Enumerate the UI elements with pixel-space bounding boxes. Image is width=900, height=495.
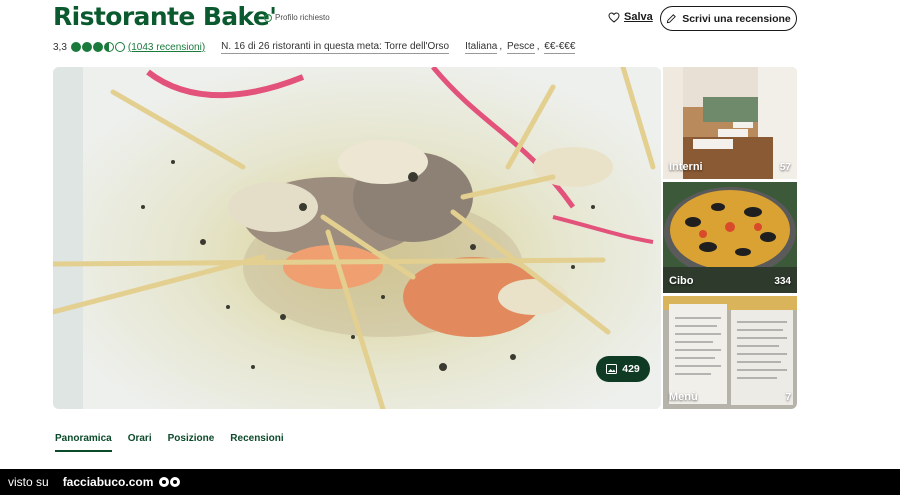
thumbnail-count: 57: [779, 162, 791, 173]
ranking-link[interactable]: N. 16 di 26 ristoranti in questa meta: T…: [221, 41, 450, 54]
watermark-footer: visto su facciabuco.com: [0, 469, 900, 495]
thumbnail-label: Interni: [669, 161, 703, 173]
price-range-link[interactable]: €€-€€€: [544, 41, 576, 54]
rating-bubbles: [70, 42, 125, 52]
tab-recensioni[interactable]: Recensioni: [230, 433, 283, 452]
thumbnail-cibo[interactable]: Cibo 334: [663, 182, 797, 293]
restaurant-header: Ristorante Bake' ✓ Profilo richiesto Sal…: [53, 2, 798, 34]
write-review-button[interactable]: Scrivi una recensione: [660, 6, 797, 31]
tab-posizione[interactable]: Posizione: [168, 433, 215, 452]
save-button[interactable]: Salva: [608, 11, 653, 23]
tab-panoramica[interactable]: Panoramica: [55, 433, 112, 452]
thumbnail-count: 334: [774, 276, 791, 287]
thumbnail-menu[interactable]: Menù 7: [663, 296, 797, 409]
thumbnail-label: Menù: [669, 391, 698, 403]
heart-icon: [608, 11, 620, 23]
photo-count-label: 429: [622, 363, 640, 375]
thumbnail-count: 7: [785, 392, 791, 403]
rating-bubble-icon: [70, 42, 81, 52]
cuisine-list: Italiana, Pesce, €€-€€€: [465, 40, 576, 54]
rating-bubble-icon: [81, 42, 92, 52]
thumbnail-interni[interactable]: Interni 57: [663, 67, 797, 179]
rating-bubble-icon: [103, 42, 114, 52]
thumbnail-label: Cibo: [669, 275, 694, 287]
save-label: Salva: [624, 11, 653, 23]
image-icon: [606, 364, 618, 374]
restaurant-title: Ristorante Bake': [53, 2, 277, 31]
tab-orari[interactable]: Orari: [128, 433, 152, 452]
all-photos-button[interactable]: 429: [596, 356, 650, 382]
eyes-logo-icon: [159, 477, 181, 487]
cuisine-link[interactable]: Italiana: [465, 41, 498, 54]
main-photo[interactable]: [53, 67, 661, 409]
section-tabs: Panoramica Orari Posizione Recensioni: [55, 433, 284, 452]
claim-status-label: Profilo richiesto: [275, 13, 330, 22]
seen-on-label: visto su: [8, 475, 49, 489]
claim-status[interactable]: ✓ Profilo richiesto: [264, 13, 330, 22]
rating-bubble-icon: [114, 42, 125, 52]
restaurant-meta: 3,3 (1043 recensioni) N. 16 di 26 ristor…: [53, 39, 576, 55]
rating-bubble-icon: [92, 42, 103, 52]
pencil-icon: [667, 14, 677, 24]
check-circle-icon: ✓: [264, 13, 272, 22]
cuisine-link[interactable]: Pesce: [506, 41, 535, 54]
write-review-label: Scrivi una recensione: [682, 12, 791, 25]
reviews-count-link[interactable]: (1043 recensioni): [128, 42, 205, 53]
site-name: facciabuco.com: [62, 475, 154, 489]
rating-value: 3,3: [53, 41, 67, 53]
